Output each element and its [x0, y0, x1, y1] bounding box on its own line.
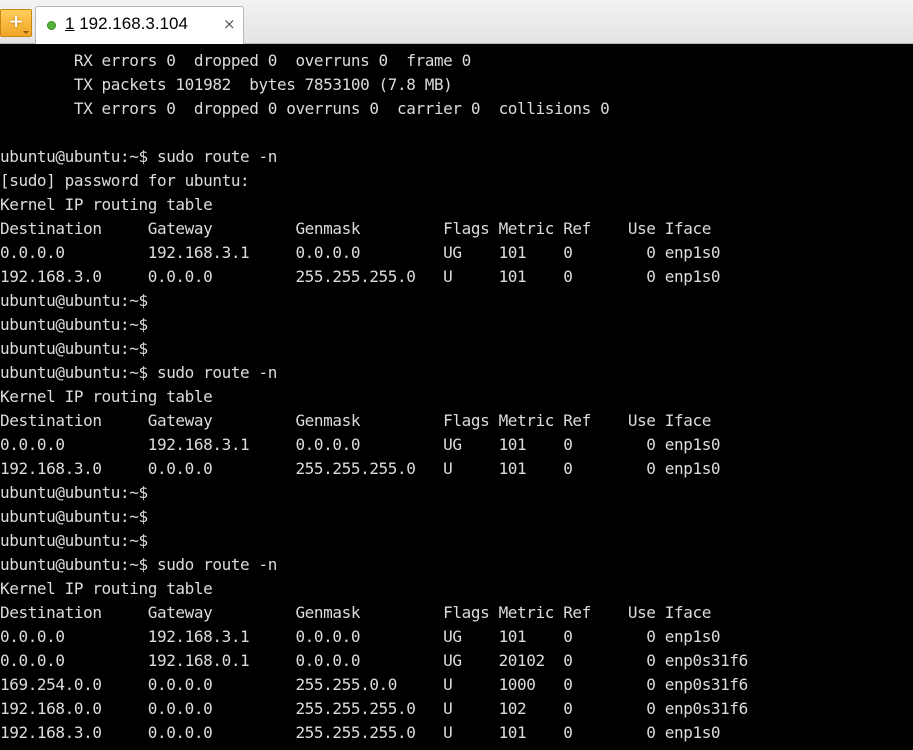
terminal-line: 0.0.0.0 192.168.3.1 0.0.0.0 UG 101 0 0 e… — [0, 435, 721, 454]
close-tab-icon[interactable]: × — [223, 15, 236, 33]
terminal-line: TX errors 0 dropped 0 overruns 0 carrier… — [0, 99, 610, 118]
terminal-window: + 1 192.168.3.104 × RX errors 0 dropped … — [0, 0, 913, 750]
terminal-line: Kernel IP routing table — [0, 387, 213, 406]
terminal-line: TX packets 101982 bytes 7853100 (7.8 MB) — [0, 75, 453, 94]
terminal-line: 192.168.3.0 0.0.0.0 255.255.255.0 U 101 … — [0, 723, 721, 742]
terminal-line: ubuntu@ubuntu:~$ — [0, 483, 148, 502]
terminal-line: [sudo] password for ubuntu: — [0, 171, 250, 190]
terminal-line: 192.168.0.0 0.0.0.0 255.255.255.0 U 102 … — [0, 699, 748, 718]
terminal-line: Kernel IP routing table — [0, 195, 213, 214]
terminal-line: ubuntu@ubuntu:~$ — [0, 315, 148, 334]
terminal-line: Destination Gateway Genmask Flags Metric… — [0, 411, 711, 430]
terminal-line: ubuntu@ubuntu:~$ sudo route -n — [0, 147, 277, 166]
tab-bar: + 1 192.168.3.104 × — [0, 0, 913, 44]
terminal-line: 169.254.0.0 0.0.0.0 255.255.0.0 U 1000 0… — [0, 675, 748, 694]
terminal-line: 192.168.3.0 0.0.0.0 255.255.255.0 U 101 … — [0, 459, 721, 478]
new-tab-button[interactable]: + — [0, 9, 32, 37]
terminal-line: ubuntu@ubuntu:~$ — [0, 531, 148, 550]
terminal-output[interactable]: RX errors 0 dropped 0 overruns 0 frame 0… — [0, 45, 913, 750]
terminal-line: ubuntu@ubuntu:~$ — [0, 291, 148, 310]
tab-host: 192.168.3.104 — [74, 14, 188, 33]
terminal-line: 192.168.3.0 0.0.0.0 255.255.255.0 U 101 … — [0, 267, 721, 286]
terminal-line: ubuntu@ubuntu:~$ sudo route -n — [0, 363, 277, 382]
terminal-line: Destination Gateway Genmask Flags Metric… — [0, 603, 711, 622]
terminal-line: Destination Gateway Genmask Flags Metric… — [0, 219, 711, 238]
terminal-line: 0.0.0.0 192.168.3.1 0.0.0.0 UG 101 0 0 e… — [0, 627, 721, 646]
connection-status-icon — [47, 21, 56, 30]
tab-session[interactable]: 1 192.168.3.104 × — [35, 6, 244, 44]
terminal-line: ubuntu@ubuntu:~$ sudo route -n — [0, 555, 277, 574]
terminal-line: ubuntu@ubuntu:~$ — [0, 507, 148, 526]
terminal-line: RX errors 0 dropped 0 overruns 0 frame 0 — [0, 51, 471, 70]
terminal-line: Kernel IP routing table — [0, 579, 213, 598]
dropdown-arrow-icon — [23, 31, 29, 34]
terminal-line: 0.0.0.0 192.168.0.1 0.0.0.0 UG 20102 0 0… — [0, 651, 748, 670]
terminal-line: 0.0.0.0 192.168.3.1 0.0.0.0 UG 101 0 0 e… — [0, 243, 721, 262]
terminal-line: ubuntu@ubuntu:~$ — [0, 339, 148, 358]
tab-title: 1 192.168.3.104 — [65, 14, 188, 34]
